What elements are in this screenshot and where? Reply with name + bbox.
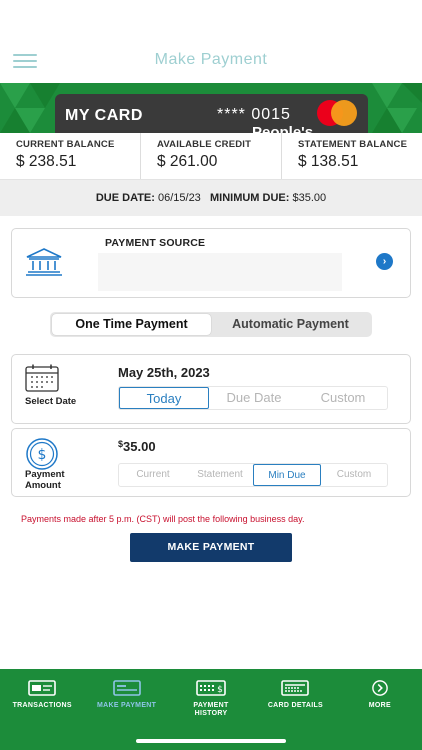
nav-label: PAYMENT HISTORY — [169, 702, 253, 718]
due-date-value: 06/15/23 — [157, 192, 201, 204]
available-credit: AVAILABLE CREDIT $ 261.00 — [141, 133, 282, 179]
date-option-segment: Today Due Date Custom — [118, 386, 388, 410]
nav-card-details[interactable]: CARD DETAILS — [253, 669, 337, 750]
payment-history-icon: $ — [196, 680, 226, 696]
posting-time-notice: Payments made after 5 p.m. (CST) will po… — [21, 514, 305, 524]
balance-value: $ 238.51 — [16, 153, 77, 170]
nav-label: TRANSACTIONS — [12, 702, 72, 709]
payment-amount-label-line1: Payment — [25, 469, 65, 480]
date-option-custom[interactable]: Custom — [299, 387, 387, 409]
current-balance: CURRENT BALANCE $ 238.51 — [0, 133, 141, 179]
home-indicator — [136, 739, 286, 743]
card-payment-icon — [112, 680, 141, 696]
amount-option-statement[interactable]: Statement — [187, 464, 253, 486]
amount-option-min-due[interactable]: Min Due — [253, 464, 321, 486]
card-brand-text: People's — [252, 124, 314, 133]
card-banner: MY CARD **** 0015 People's — [0, 83, 422, 133]
payment-source-value — [98, 253, 342, 291]
payment-source-selector[interactable]: PAYMENT SOURCE › — [11, 228, 411, 298]
minimum-due-label: MINIMUM DUE: — [209, 192, 290, 204]
balance-label: AVAILABLE CREDIT — [157, 139, 252, 150]
transactions-icon — [28, 680, 57, 696]
due-date-label: DUE DATE: — [95, 192, 155, 204]
payment-type-toggle: One Time Payment Automatic Payment — [50, 312, 372, 337]
nav-label-line1: PAYMENT — [193, 702, 229, 709]
svg-text:$: $ — [217, 685, 223, 695]
amount-option-segment: Current Statement Min Due Custom — [118, 463, 388, 487]
svg-text:$: $ — [38, 447, 47, 463]
payment-amount-label: Payment Amount — [25, 469, 65, 491]
payment-amount-panel: $ Payment Amount $35.00 Current Statemen… — [11, 428, 411, 497]
nav-payment-history[interactable]: $ PAYMENT HISTORY — [169, 669, 253, 750]
nav-make-payment[interactable]: MAKE PAYMENT — [84, 669, 168, 750]
select-date-panel: Select Date May 25th, 2023 Today Due Dat… — [11, 354, 411, 424]
amount-number: 35.00 — [123, 439, 156, 454]
bank-icon — [26, 248, 62, 276]
balance-label: STATEMENT BALANCE — [298, 139, 408, 150]
minimum-due-value: $35.00 — [292, 192, 327, 204]
balances-row: CURRENT BALANCE $ 238.51 AVAILABLE CREDI… — [0, 133, 422, 180]
card-name: MY CARD — [65, 107, 143, 124]
selected-date-value: May 25th, 2023 — [118, 365, 210, 380]
nav-label-line2: HISTORY — [194, 710, 228, 717]
make-payment-button[interactable]: MAKE PAYMENT — [130, 533, 292, 562]
payment-amount-value: $35.00 — [118, 439, 156, 454]
card-number: **** 0015 — [217, 106, 291, 123]
mastercard-logo-icon — [317, 100, 357, 126]
amount-option-custom[interactable]: Custom — [321, 464, 387, 486]
statement-balance: STATEMENT BALANCE $ 138.51 — [282, 133, 422, 179]
bottom-navigation: TRANSACTIONS MAKE PAYMENT $ PAYMENT HIST… — [0, 669, 422, 750]
card-details-icon — [281, 680, 310, 696]
nav-label: MAKE PAYMENT — [97, 702, 157, 709]
app-header: Make Payment — [0, 0, 422, 83]
dollar-circle-icon: $ — [26, 438, 58, 470]
balance-value: $ 261.00 — [157, 153, 218, 170]
nav-transactions[interactable]: TRANSACTIONS — [0, 669, 84, 750]
automatic-payment-tab[interactable]: Automatic Payment — [211, 314, 370, 335]
date-option-due-date[interactable]: Due Date — [209, 387, 299, 409]
balance-label: CURRENT BALANCE — [16, 139, 115, 150]
nav-more[interactable]: MORE — [338, 669, 422, 750]
balance-value: $ 138.51 — [298, 153, 359, 170]
payment-amount-label-line2: Amount — [25, 480, 61, 491]
date-option-today[interactable]: Today — [119, 387, 209, 409]
payment-source-label: PAYMENT SOURCE — [105, 237, 206, 249]
card-image: MY CARD **** 0015 People's — [55, 94, 368, 133]
one-time-payment-tab[interactable]: One Time Payment — [52, 314, 211, 335]
due-info-bar: DUE DATE: 06/15/23 MINIMUM DUE: $35.00 — [0, 180, 422, 216]
select-date-label: Select Date — [25, 396, 77, 407]
amount-option-current[interactable]: Current — [119, 464, 187, 486]
chevron-right-icon[interactable]: › — [376, 253, 393, 270]
more-icon — [372, 680, 388, 696]
nav-label: CARD DETAILS — [267, 702, 324, 709]
nav-label: MORE — [368, 702, 391, 709]
calendar-icon — [25, 364, 59, 392]
page-title: Make Payment — [154, 51, 268, 68]
